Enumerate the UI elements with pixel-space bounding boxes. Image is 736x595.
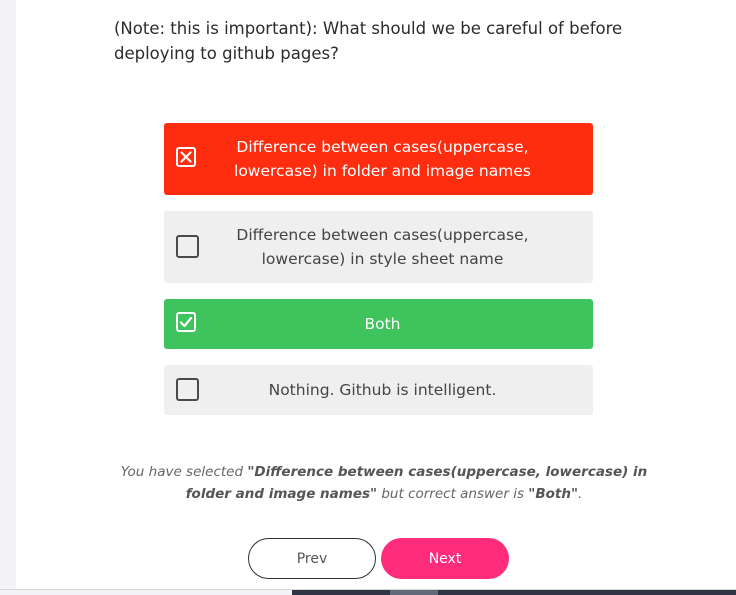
option-label: Difference between cases(uppercase, lowe… (234, 138, 531, 180)
result-suffix: . (578, 486, 583, 502)
bottom-scrollbar[interactable] (292, 590, 736, 595)
result-prefix: You have selected (120, 464, 248, 480)
question-text: (Note: this is important): What should w… (114, 19, 623, 63)
empty-checkbox-icon (176, 378, 199, 401)
quiz-card: (Note: this is important): What should w… (16, 0, 736, 589)
next-button[interactable]: Next (381, 538, 509, 579)
option-2[interactable]: Difference between cases(uppercase, lowe… (164, 211, 593, 283)
option-4[interactable]: Nothing. Github is intelligent. (164, 365, 593, 415)
option-3-correct[interactable]: Both (164, 299, 593, 349)
scrollbar-thumb[interactable] (390, 590, 438, 595)
prev-button[interactable]: Prev (248, 538, 376, 579)
option-label: Nothing. Github is intelligent. (268, 381, 497, 399)
empty-checkbox-icon (176, 235, 199, 258)
option-label: Both (364, 315, 401, 333)
result-middle: but correct answer is (377, 486, 529, 502)
result-correct-answer: "Both" (528, 486, 578, 502)
result-message: You have selected "Difference between ca… (114, 461, 654, 505)
option-label: Difference between cases(uppercase, lowe… (236, 226, 529, 268)
option-1-selected-wrong[interactable]: Difference between cases(uppercase, lowe… (164, 123, 593, 195)
x-checkbox-icon (176, 147, 196, 167)
check-checkbox-icon (176, 312, 196, 332)
